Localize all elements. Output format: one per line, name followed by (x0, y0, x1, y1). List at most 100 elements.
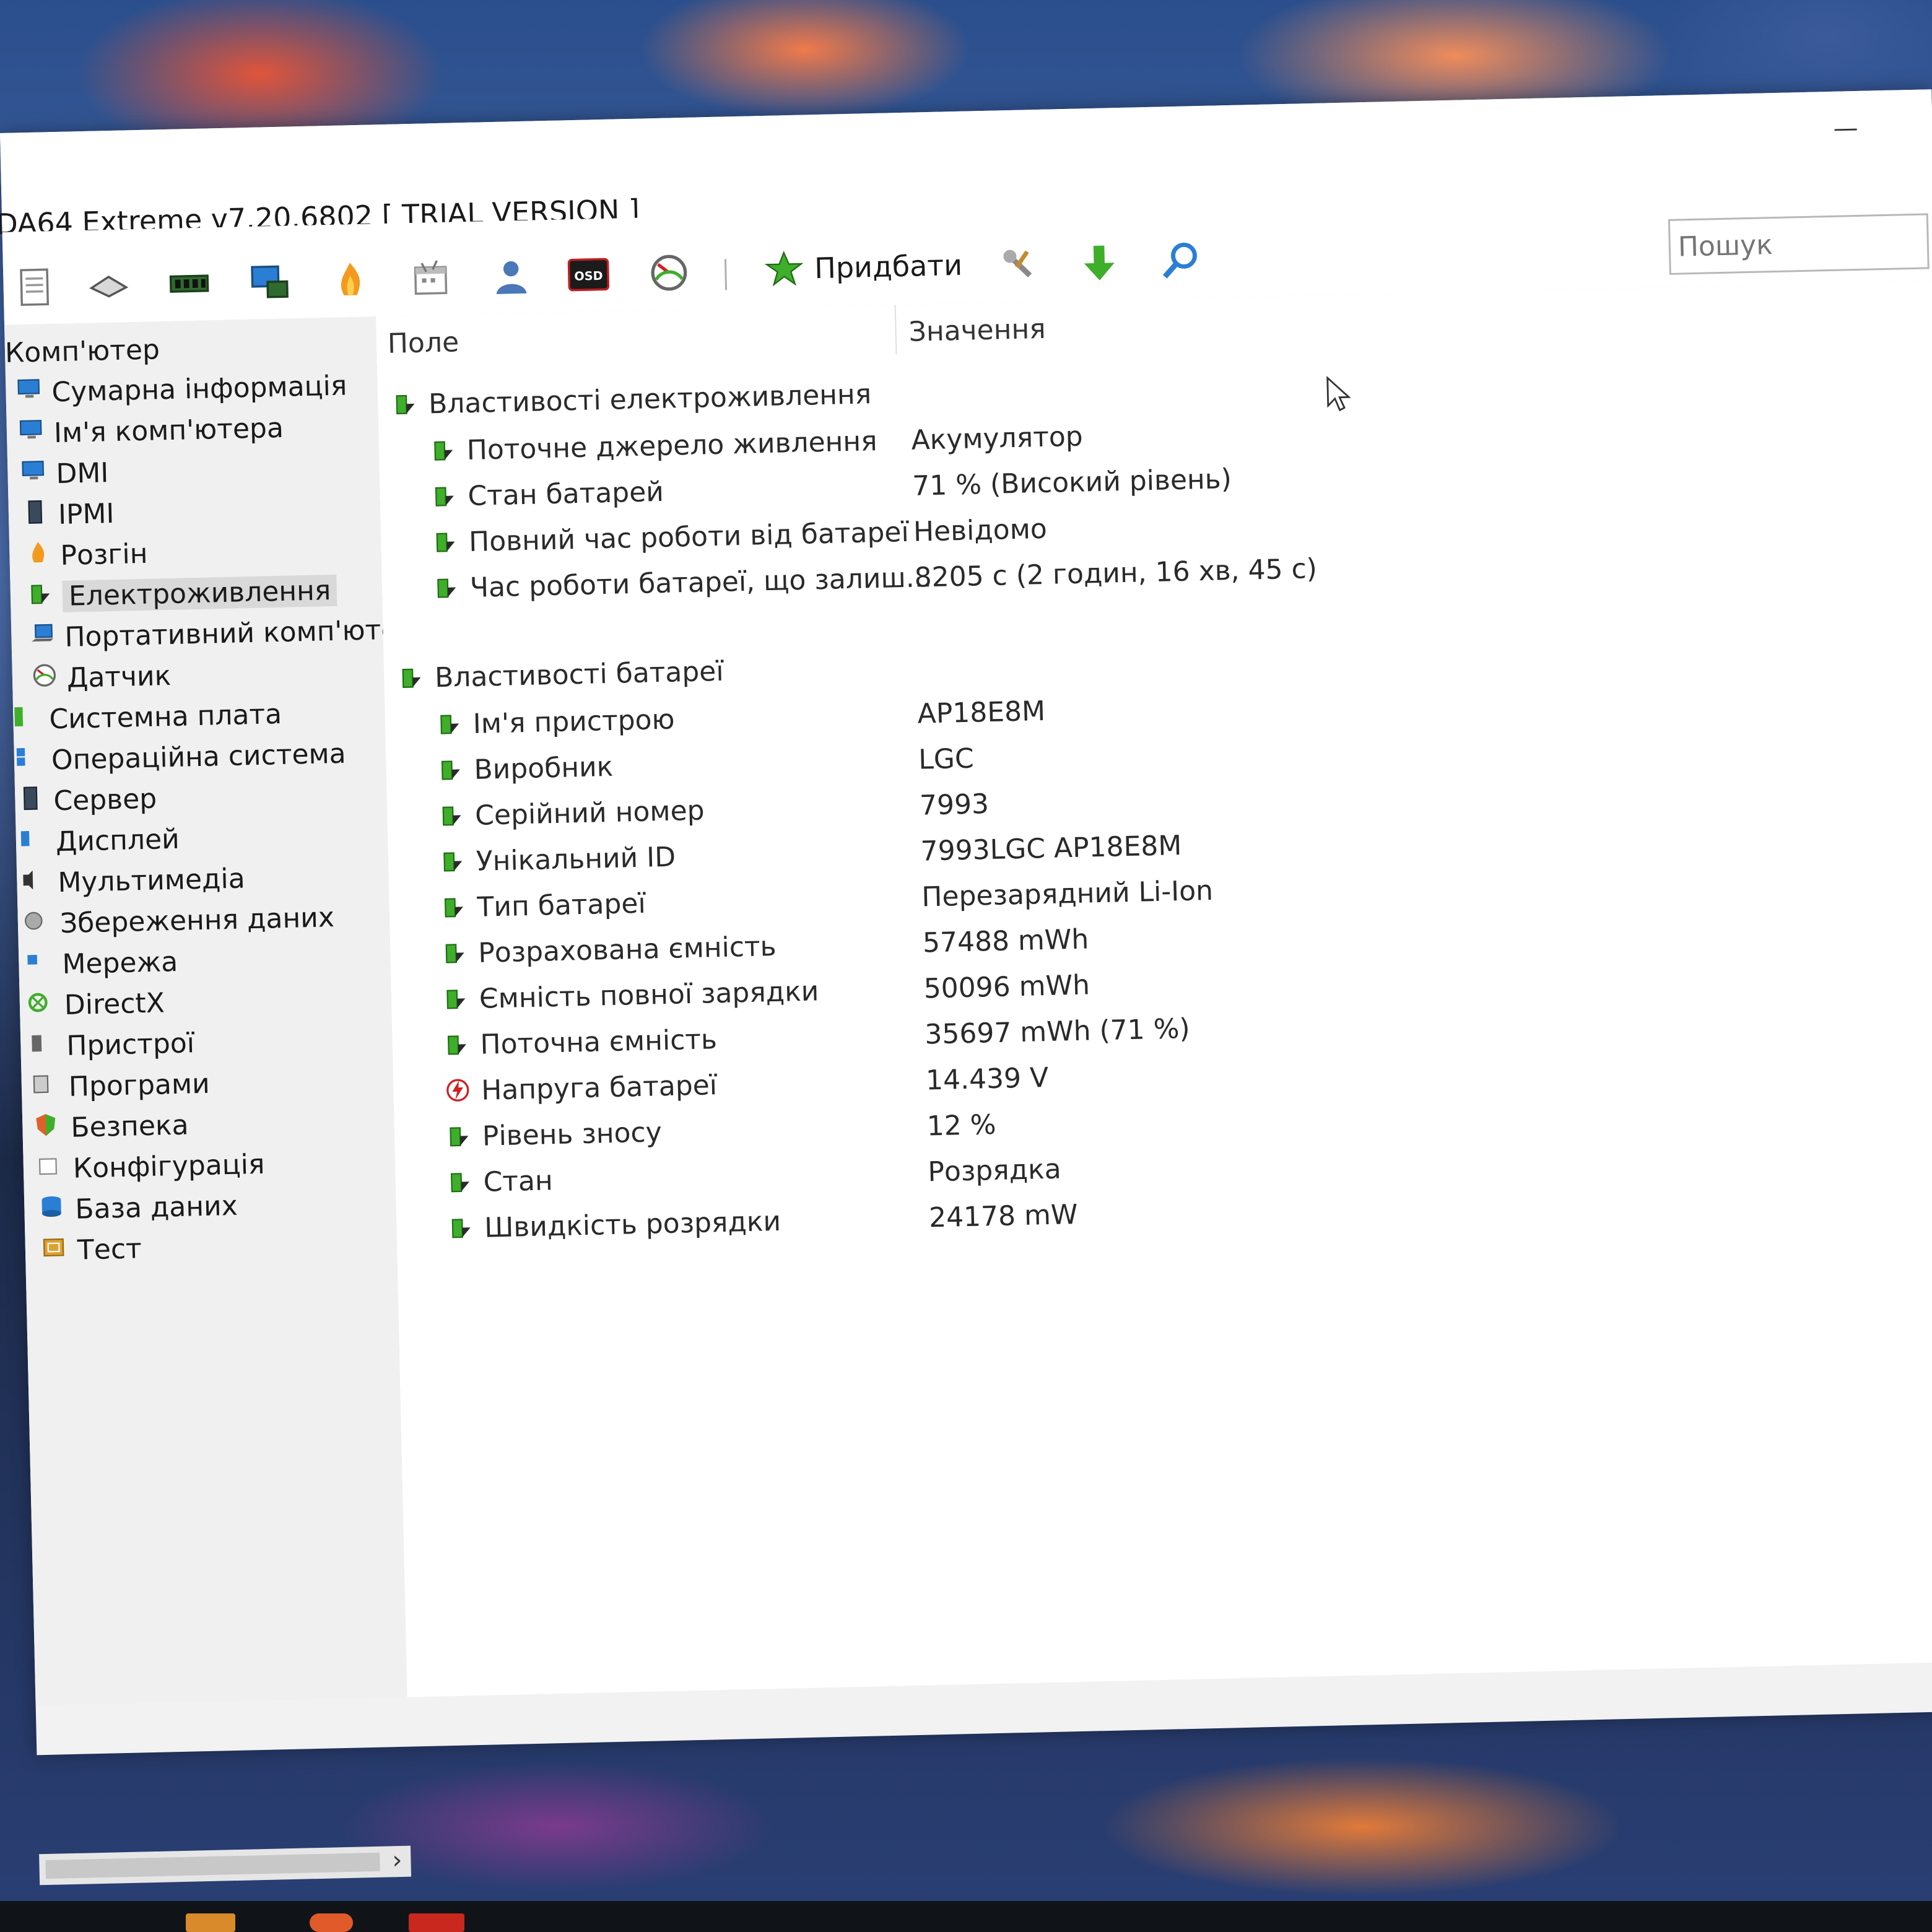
shield-icon (35, 1111, 63, 1146)
tree-item-label: IPMI (58, 497, 115, 531)
server-icon (22, 498, 50, 533)
tree-category-label: База даних (74, 1190, 238, 1225)
tree-item[interactable]: DMI (20, 454, 109, 493)
power-icon (26, 580, 54, 614)
power-icon (445, 1122, 472, 1152)
tree-category[interactable]: Конфігурація (37, 1146, 265, 1188)
power-icon (438, 847, 466, 877)
field-value: 24178 mW (928, 1198, 1078, 1234)
tree-category[interactable]: Програми (32, 1065, 210, 1106)
tree-item-label: Розгін (59, 537, 149, 572)
scroll-right-arrow[interactable]: › (392, 1846, 402, 1874)
board-icon (13, 702, 41, 737)
tree-item-label: Ім'я комп'ютера (53, 412, 284, 449)
field-value: 71 % (Високий рівень) (912, 463, 1232, 502)
download-icon[interactable] (1074, 238, 1125, 289)
server-icon (17, 784, 45, 819)
power-icon (442, 985, 469, 1015)
monitor-icon (15, 375, 43, 410)
config-icon (37, 1152, 64, 1186)
field-value: Акумулятор (911, 420, 1084, 456)
taskbar-app-2[interactable] (310, 1913, 353, 1932)
taskbar-app-3[interactable] (409, 1913, 464, 1932)
tree-category-label: Сервер (53, 783, 157, 817)
buy-button[interactable]: Придбати (764, 240, 963, 294)
tree-category[interactable]: Системна плата (13, 695, 282, 739)
tree-category-label: Тест (77, 1232, 142, 1266)
search-icon[interactable] (1154, 236, 1205, 287)
field-label: Стан (483, 1165, 554, 1198)
minimize-button[interactable]: — (1827, 114, 1865, 143)
field-label: Унікальний ID (476, 841, 676, 877)
field-value: Перезарядний Li-Ion (921, 874, 1214, 913)
calendar-icon[interactable] (406, 253, 456, 303)
power-icon (429, 436, 457, 466)
monitor-icon (17, 416, 45, 451)
tree-item[interactable]: Сумарна інформація (15, 367, 347, 411)
tree-item[interactable]: Розгін (24, 535, 148, 575)
field-value: 7993 (919, 788, 990, 822)
tree-root-computer[interactable]: Комп'ютер (4, 331, 160, 372)
field-label: Ємність повної зарядки (479, 975, 819, 1015)
tree-category[interactable]: Операційна система (15, 735, 346, 780)
field-value: 8205 с (2 годин, 16 хв, 45 с) (914, 552, 1318, 594)
field-label: Ім'я пристрою (472, 703, 676, 740)
tree-item[interactable]: Ім'я комп'ютера (17, 409, 284, 453)
devices-icon (30, 1029, 58, 1064)
field-value: 7993LGC AP18E8M (920, 830, 1182, 868)
field-value: 14.439 V (925, 1061, 1049, 1097)
computer-icon[interactable] (245, 256, 295, 307)
network-icon (26, 947, 54, 982)
tree-category[interactable]: Безпека (35, 1107, 189, 1147)
field-label: Швидкість розрядки (484, 1205, 781, 1244)
tree-item-label: DMI (55, 456, 109, 490)
field-label: Розрахована ємність (477, 930, 777, 969)
star-icon (764, 250, 804, 287)
tree-category[interactable]: База даних (39, 1187, 238, 1229)
disk-icon (24, 907, 51, 941)
scrollbar-thumb[interactable] (45, 1852, 380, 1879)
power-icon (437, 755, 464, 786)
field-value: Розрядка (927, 1153, 1062, 1188)
field-label: Повний час роботи від батареї (468, 516, 910, 558)
tree-category[interactable]: Мультимедіа (22, 859, 245, 902)
motherboard-icon[interactable] (84, 260, 134, 311)
tree-item[interactable]: Датчик (30, 657, 172, 697)
tree-item[interactable]: IPMI (22, 495, 115, 534)
programs-icon (32, 1070, 60, 1105)
app-window: DA64 Extreme v7.20.6802 [ TRIAL VERSION … (0, 89, 1932, 1886)
tools-icon[interactable] (993, 240, 1044, 290)
report-icon[interactable] (9, 262, 60, 313)
tree-item[interactable]: Портативний комп'юте (28, 611, 398, 657)
power-icon (446, 1168, 474, 1198)
tree-item-label: Сумарна інформація (51, 369, 347, 408)
tree-category[interactable]: Мережа (26, 943, 178, 984)
power-icon (398, 664, 425, 694)
gauge-icon[interactable] (643, 248, 694, 298)
power-icon (391, 390, 419, 420)
memory-icon[interactable] (164, 258, 215, 309)
tree-category-label: Пристрої (66, 1027, 195, 1062)
tree-category[interactable]: Збереження даних (24, 899, 334, 942)
tree-category[interactable]: DirectX (28, 984, 165, 1024)
power-icon (435, 710, 463, 740)
database-icon (39, 1193, 67, 1227)
tree-category[interactable]: Сервер (17, 780, 157, 820)
details-pane: Поле Значення Властивості електроживленн… (375, 281, 1932, 1697)
taskbar (0, 1901, 1932, 1932)
tree-category[interactable]: Пристрої (30, 1024, 195, 1065)
tree-item-label: Електроживлення (62, 574, 337, 612)
field-label: Серійний номер (474, 794, 705, 832)
power-icon (443, 1030, 471, 1061)
search-input[interactable] (1668, 213, 1930, 275)
tree-category[interactable]: Тест (41, 1230, 142, 1269)
field-value: 12 % (926, 1108, 997, 1142)
tree-item[interactable]: Електроживлення (26, 572, 337, 616)
power-icon (432, 573, 460, 604)
voltage-icon (444, 1076, 472, 1107)
user-icon[interactable] (486, 251, 537, 302)
flame-icon[interactable] (325, 255, 376, 305)
tree-category[interactable]: Дисплей (19, 820, 180, 861)
taskbar-app-1[interactable] (186, 1913, 235, 1932)
osd-icon[interactable]: OSD (564, 250, 614, 300)
